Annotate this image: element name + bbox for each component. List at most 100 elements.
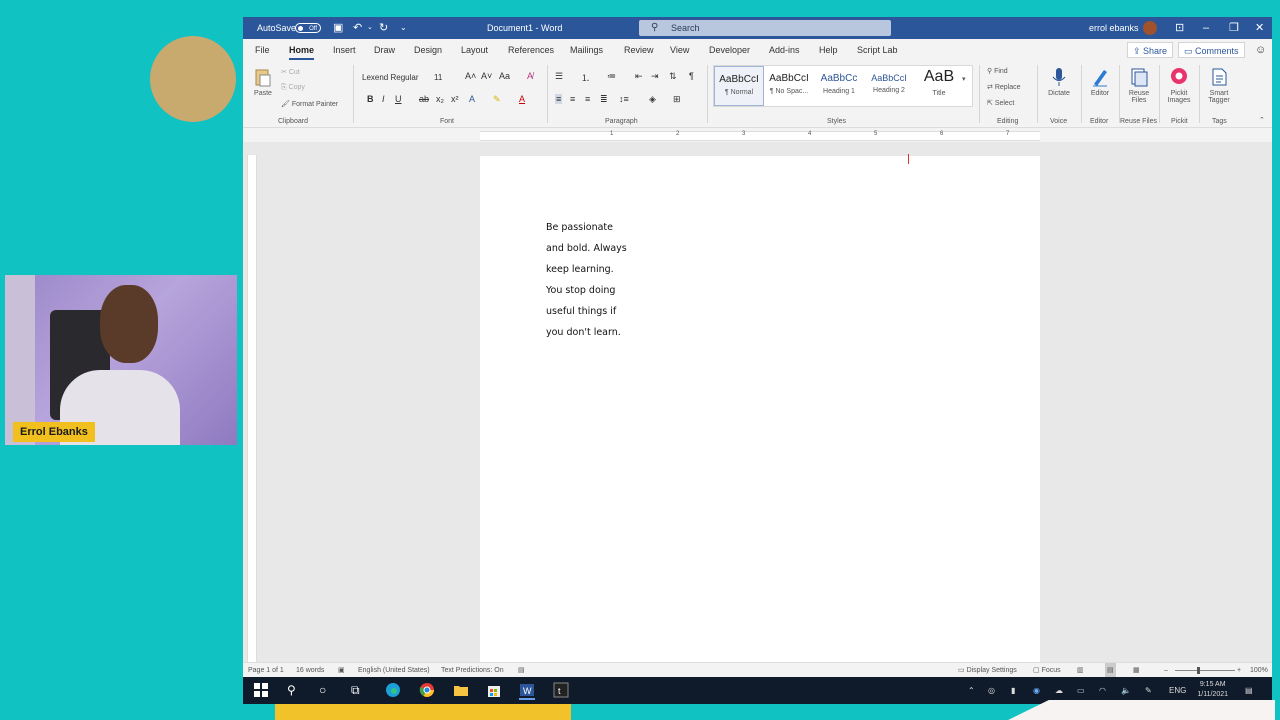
shading-icon[interactable]: ◈ bbox=[649, 94, 656, 105]
ribbon-display-options-icon[interactable]: ⊡ bbox=[1175, 17, 1184, 39]
paste-button[interactable]: Paste bbox=[251, 67, 275, 97]
copy-button[interactable]: ⎘ Copy bbox=[281, 84, 305, 92]
page-count[interactable]: Page 1 of 1 bbox=[248, 663, 284, 678]
replace-button[interactable]: ⇄ Replace bbox=[987, 83, 1021, 91]
select-button[interactable]: ⇱ Select bbox=[987, 99, 1014, 107]
align-left-icon[interactable]: ≡ bbox=[555, 94, 563, 104]
edge-icon[interactable] bbox=[385, 682, 401, 698]
subscript-icon[interactable]: x₂ bbox=[436, 94, 444, 104]
language-status[interactable]: English (United States) bbox=[358, 663, 430, 678]
save-icon[interactable]: ▣ bbox=[333, 17, 343, 39]
chrome-icon[interactable] bbox=[419, 682, 435, 698]
clear-formatting-icon[interactable]: A̸ bbox=[527, 71, 533, 81]
document-text-line[interactable]: You stop doing bbox=[546, 285, 615, 296]
styles-more-icon[interactable]: ▾ bbox=[962, 75, 966, 83]
shrink-font-icon[interactable]: A˅ bbox=[481, 71, 492, 81]
user-avatar[interactable] bbox=[1143, 21, 1157, 35]
search-box[interactable]: ⚲ Search bbox=[639, 20, 891, 36]
feedback-icon[interactable]: ☺ bbox=[1255, 39, 1266, 61]
italic-icon[interactable]: I bbox=[382, 94, 385, 104]
align-right-icon[interactable]: ≡ bbox=[585, 94, 590, 104]
change-case-icon[interactable]: Aa bbox=[499, 71, 510, 81]
zoom-in-icon[interactable]: + bbox=[1237, 663, 1241, 678]
cut-button[interactable]: ✂ Cut bbox=[281, 68, 300, 76]
web-layout-icon[interactable]: ▦ bbox=[1133, 663, 1140, 678]
tray-device-icon[interactable]: ▭ bbox=[1077, 677, 1085, 704]
tab-references[interactable]: References bbox=[508, 39, 554, 61]
pickit-images-button[interactable]: Pickit Images bbox=[1163, 67, 1195, 104]
highlight-icon[interactable]: ✎ bbox=[493, 94, 501, 105]
strikethrough-icon[interactable]: ab bbox=[419, 94, 429, 104]
restore-icon[interactable]: ❐ bbox=[1229, 17, 1239, 39]
close-icon[interactable]: ✕ bbox=[1255, 17, 1264, 39]
multilevel-list-icon[interactable]: ≔ bbox=[607, 71, 616, 82]
font-size-box[interactable]: 11 bbox=[433, 71, 455, 85]
justify-icon[interactable]: ≣ bbox=[600, 94, 608, 105]
line-spacing-icon[interactable]: ↕≡ bbox=[619, 94, 629, 104]
numbering-icon[interactable]: ⒈ bbox=[581, 71, 590, 84]
document-text-line[interactable]: Be passionate bbox=[546, 222, 613, 233]
word-taskbar-icon[interactable]: W bbox=[519, 682, 535, 700]
font-name-box[interactable]: Lexend Regular bbox=[361, 71, 431, 85]
customize-toolbar-icon[interactable]: ⌄ bbox=[400, 17, 407, 39]
style-normal[interactable]: AaBbCcI ¶ Normal bbox=[714, 66, 764, 106]
input-language[interactable]: ENG bbox=[1169, 677, 1186, 704]
tray-app-icon[interactable]: ◎ bbox=[988, 677, 995, 704]
read-mode-icon[interactable]: ▥ bbox=[1077, 663, 1084, 678]
grow-font-icon[interactable]: A˄ bbox=[465, 71, 476, 81]
tab-review[interactable]: Review bbox=[624, 39, 654, 61]
tray-teams-icon[interactable]: ◉ bbox=[1033, 677, 1040, 704]
document-text-line[interactable]: and bold. Always bbox=[546, 243, 627, 254]
style-title[interactable]: AaB Title bbox=[914, 66, 964, 106]
notification-center-icon[interactable]: ▤ bbox=[1245, 677, 1253, 704]
zoom-slider[interactable] bbox=[1175, 670, 1235, 671]
onedrive-icon[interactable]: ☁ bbox=[1055, 677, 1063, 704]
tab-file[interactable]: File bbox=[255, 39, 270, 61]
wifi-icon[interactable]: ◠ bbox=[1099, 677, 1106, 704]
tab-add-ins[interactable]: Add-ins bbox=[769, 39, 800, 61]
sort-icon[interactable]: ⇅ bbox=[669, 71, 677, 82]
decrease-indent-icon[interactable]: ⇤ bbox=[635, 71, 643, 82]
underline-icon[interactable]: U bbox=[395, 94, 402, 104]
minimize-icon[interactable]: – bbox=[1203, 17, 1209, 39]
tab-help[interactable]: Help bbox=[819, 39, 838, 61]
align-center-icon[interactable]: ≡ bbox=[570, 94, 575, 104]
tab-developer[interactable]: Developer bbox=[709, 39, 750, 61]
style-heading-2[interactable]: AaBbCcI Heading 2 bbox=[864, 66, 914, 106]
taskbar-search-icon[interactable]: ⚲ bbox=[287, 677, 296, 704]
zoom-level[interactable]: 100% bbox=[1250, 663, 1268, 678]
task-view-icon[interactable]: ⧉ bbox=[351, 677, 360, 704]
focus-button[interactable]: ▢ Focus bbox=[1033, 663, 1061, 678]
tab-design[interactable]: Design bbox=[414, 39, 442, 61]
borders-icon[interactable]: ⊞ bbox=[673, 94, 681, 105]
proofing-icon[interactable]: ▣ bbox=[338, 663, 345, 678]
vertical-ruler[interactable] bbox=[247, 155, 257, 665]
text-predictions-status[interactable]: Text Predictions: On bbox=[441, 663, 504, 678]
accessibility-icon[interactable]: ▤ bbox=[518, 663, 525, 678]
bullets-icon[interactable]: ☰ bbox=[555, 71, 563, 82]
style-heading-1[interactable]: AaBbCc Heading 1 bbox=[814, 66, 864, 106]
file-explorer-icon[interactable] bbox=[453, 682, 469, 698]
terminal-app-icon[interactable]: t bbox=[553, 682, 569, 698]
taskbar-clock[interactable]: 9:15 AM 1/11/2021 bbox=[1197, 680, 1228, 700]
tab-view[interactable]: View bbox=[670, 39, 689, 61]
print-layout-icon[interactable]: ▤ bbox=[1105, 663, 1116, 678]
smart-tagger-button[interactable]: Smart Tagger bbox=[1203, 67, 1235, 104]
comments-button[interactable]: ▭ Comments bbox=[1178, 42, 1245, 58]
tab-script-lab[interactable]: Script Lab bbox=[857, 39, 898, 61]
find-button[interactable]: ⚲ Find bbox=[987, 67, 1008, 75]
format-painter-button[interactable]: 🖌 Format Painter bbox=[281, 100, 338, 108]
undo-dropdown-icon[interactable]: ⌄ bbox=[367, 17, 373, 39]
user-name[interactable]: errol ebanks bbox=[1089, 17, 1139, 39]
tab-layout[interactable]: Layout bbox=[461, 39, 488, 61]
ruler-bar[interactable] bbox=[480, 131, 1040, 141]
windows-start-icon[interactable] bbox=[253, 682, 269, 698]
word-count[interactable]: 16 words bbox=[296, 663, 324, 678]
reuse-files-button[interactable]: Reuse Files bbox=[1123, 67, 1155, 104]
pen-icon[interactable]: ✎ bbox=[1145, 677, 1152, 704]
show-formatting-icon[interactable]: ¶ bbox=[689, 71, 694, 81]
undo-icon[interactable]: ↶ bbox=[353, 17, 362, 39]
share-button[interactable]: ⇪ Share bbox=[1127, 42, 1174, 58]
document-text-line[interactable]: keep learning. bbox=[546, 264, 614, 275]
store-icon[interactable] bbox=[486, 682, 502, 698]
